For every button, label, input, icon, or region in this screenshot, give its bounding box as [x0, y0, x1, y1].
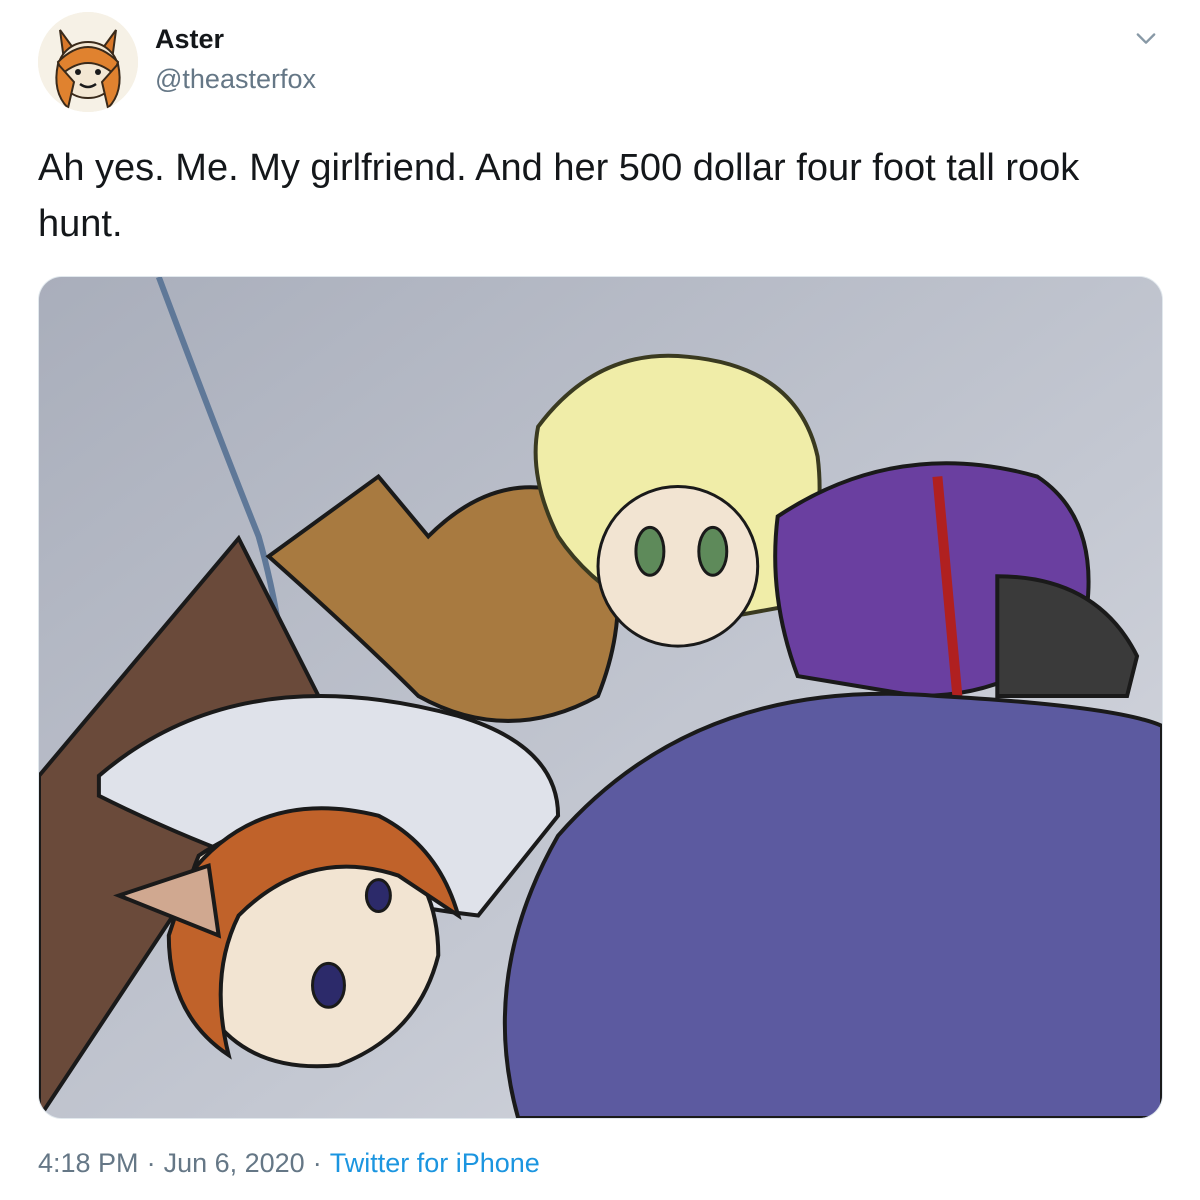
tweet-time[interactable]: 4:18 PM	[38, 1148, 139, 1178]
meta-separator: ·	[146, 1148, 156, 1178]
author-avatar[interactable]	[38, 12, 138, 112]
meta-separator: ·	[312, 1148, 322, 1178]
author-handle[interactable]: @theasterfox	[155, 62, 316, 96]
media-illustration	[39, 277, 1162, 1118]
chevron-down-icon	[1136, 33, 1156, 44]
author-display-name[interactable]: Aster	[155, 22, 224, 56]
fox-avatar-icon	[38, 12, 138, 112]
tweet-card: Aster @theasterfox Ah yes. Me. My girlfr…	[0, 0, 1200, 1200]
tweet-media-image[interactable]	[38, 276, 1163, 1119]
tweet-text: Ah yes. Me. My girlfriend. And her 500 d…	[38, 147, 1080, 245]
tweet-more-menu-button[interactable]	[1132, 24, 1160, 52]
tweet-source-link[interactable]: Twitter for iPhone	[330, 1148, 540, 1178]
tweet-meta: 4:18 PM · Jun 6, 2020 · Twitter for iPhone	[38, 1146, 540, 1180]
tweet-date[interactable]: Jun 6, 2020	[164, 1148, 305, 1178]
